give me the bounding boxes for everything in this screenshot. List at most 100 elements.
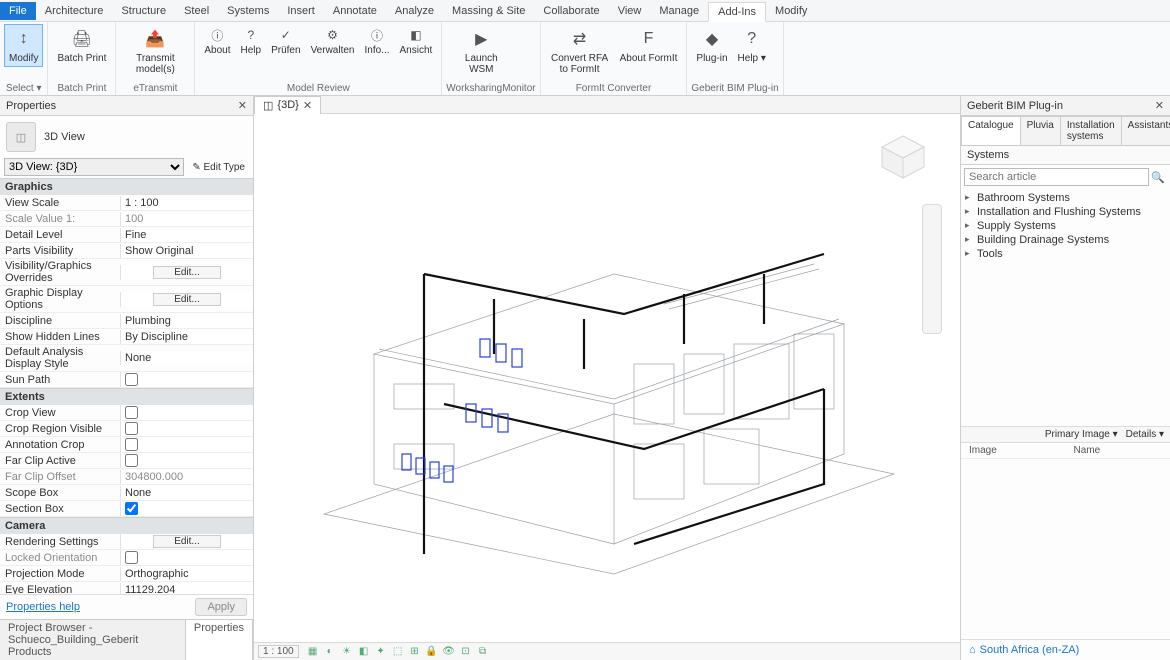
navigation-bar[interactable]	[922, 204, 942, 334]
launchwsm-button[interactable]: ▶Launch WSM	[446, 24, 516, 78]
tab-systems[interactable]: Systems	[218, 2, 278, 20]
detail-level-icon[interactable]: ▦	[306, 645, 320, 659]
property-checkbox[interactable]	[125, 551, 138, 564]
property-group-camera[interactable]: Camera	[0, 517, 253, 534]
canvas-3d[interactable]	[254, 114, 960, 642]
tree-node[interactable]: Tools	[965, 247, 1166, 261]
tab-analyze[interactable]: Analyze	[386, 2, 443, 20]
rendering-icon[interactable]: ✦	[374, 645, 388, 659]
batchprint-button[interactable]: 🖨Batch Print	[52, 24, 111, 67]
convertrfa-button[interactable]: ⇄Convert RFA to FormIt	[545, 24, 615, 78]
property-group-extents[interactable]: Extents	[0, 388, 253, 405]
tab-view[interactable]: View	[609, 2, 651, 20]
tab-architecture[interactable]: Architecture	[36, 2, 113, 20]
region-label[interactable]: South Africa (en-ZA)	[980, 644, 1080, 656]
reveal-icon[interactable]: ⊡	[459, 645, 473, 659]
apply-button[interactable]: Apply	[195, 598, 247, 616]
bottom-tab[interactable]: Project Browser - Schueco_Building_Geber…	[0, 620, 186, 660]
view-tab-3d[interactable]: ◫ {3D} ✕	[254, 96, 321, 114]
property-value[interactable]: By Discipline	[120, 330, 253, 344]
tab-modify[interactable]: Modify	[766, 2, 816, 20]
scale-selector[interactable]: 1 : 100	[258, 645, 299, 658]
property-value[interactable]: Orthographic	[120, 567, 253, 581]
property-value[interactable]	[120, 501, 253, 516]
property-value[interactable]	[120, 405, 253, 420]
info-button[interactable]: ⓘInfo...	[359, 24, 394, 59]
property-checkbox[interactable]	[125, 422, 138, 435]
tab-file[interactable]: File	[0, 2, 36, 20]
verwalten-button[interactable]: ⚙Verwalten	[306, 24, 360, 59]
property-group-graphics[interactable]: Graphics	[0, 178, 253, 195]
tree-node[interactable]: Building Drainage Systems	[965, 233, 1166, 247]
property-checkbox[interactable]	[125, 373, 138, 386]
geberit-tab-catalogue[interactable]: Catalogue	[961, 116, 1021, 145]
close-icon[interactable]: ✕	[303, 99, 312, 112]
property-edit-button[interactable]: Edit...	[153, 293, 221, 306]
geberit-tab-assistants[interactable]: Assistants	[1121, 116, 1170, 145]
geberit-tab-installation-systems[interactable]: Installation systems	[1060, 116, 1122, 145]
aboutformit-button[interactable]: FAbout FormIt	[615, 24, 683, 67]
analytical-icon[interactable]: ⧉	[476, 645, 490, 659]
tab-collaborate[interactable]: Collaborate	[534, 2, 608, 20]
property-edit-button[interactable]: Edit...	[153, 535, 221, 548]
property-value[interactable]: Show Original	[120, 244, 253, 258]
about1-button[interactable]: ⓘAbout	[199, 24, 235, 59]
crop-icon[interactable]: ⬚	[391, 645, 405, 659]
tree-node[interactable]: Bathroom Systems	[965, 191, 1166, 205]
sun-path-icon[interactable]: ☀	[340, 645, 354, 659]
property-value[interactable]: 11129.204	[120, 583, 253, 595]
property-value[interactable]: Edit...	[120, 265, 253, 280]
properties-help-link[interactable]: Properties help	[6, 601, 80, 613]
property-checkbox[interactable]	[125, 454, 138, 467]
close-icon[interactable]: ✕	[238, 99, 247, 112]
modify-button[interactable]: ↕Modify	[4, 24, 43, 67]
tab-add-ins[interactable]: Add-Ins	[708, 2, 766, 22]
tab-structure[interactable]: Structure	[112, 2, 175, 20]
property-value[interactable]: 1 : 100	[120, 196, 253, 210]
view-cube[interactable]	[876, 130, 930, 184]
tab-steel[interactable]: Steel	[175, 2, 218, 20]
search-icon[interactable]: 🔍	[1149, 168, 1167, 186]
property-value[interactable]: Plumbing	[120, 314, 253, 328]
property-value[interactable]: Edit...	[120, 534, 253, 549]
transmit-button[interactable]: 📤Transmit model(s)	[120, 24, 190, 78]
view-type-icon[interactable]: ◫	[6, 122, 36, 152]
plugin-button[interactable]: ◆Plug-in	[691, 24, 732, 67]
property-value[interactable]: Fine	[120, 228, 253, 242]
property-checkbox[interactable]	[125, 406, 138, 419]
property-value[interactable]: None	[120, 351, 253, 365]
details-dropdown[interactable]: Details ▾	[1126, 429, 1164, 440]
property-value[interactable]	[120, 453, 253, 468]
tree-node[interactable]: Supply Systems	[965, 219, 1166, 233]
tab-annotate[interactable]: Annotate	[324, 2, 386, 20]
bottom-tab[interactable]: Properties	[186, 620, 253, 660]
property-row: Eye Elevation11129.204	[0, 582, 253, 594]
property-checkbox[interactable]	[125, 438, 138, 451]
tab-massing-site[interactable]: Massing & Site	[443, 2, 534, 20]
property-edit-button[interactable]: Edit...	[153, 266, 221, 279]
property-checkbox[interactable]	[125, 502, 138, 515]
view-selector[interactable]: 3D View: {3D}	[4, 158, 184, 176]
property-value[interactable]	[120, 437, 253, 452]
property-value[interactable]	[120, 421, 253, 436]
property-value[interactable]	[120, 372, 253, 387]
tab-insert[interactable]: Insert	[278, 2, 324, 20]
shadows-icon[interactable]: ◧	[357, 645, 371, 659]
crop-region-icon[interactable]: ⊞	[408, 645, 422, 659]
help1-button[interactable]: ?Help	[236, 24, 267, 59]
lock-icon[interactable]: 🔒	[425, 645, 439, 659]
property-value[interactable]: Edit...	[120, 292, 253, 307]
tab-manage[interactable]: Manage	[650, 2, 708, 20]
search-input[interactable]	[964, 168, 1149, 186]
prufen-button[interactable]: ✓Prüfen	[266, 24, 305, 59]
geberit-tab-pluvia[interactable]: Pluvia	[1020, 116, 1061, 145]
primary-image-dropdown[interactable]: Primary Image ▾	[1045, 429, 1118, 440]
tree-node[interactable]: Installation and Flushing Systems	[965, 205, 1166, 219]
property-value[interactable]: None	[120, 486, 253, 500]
visual-style-icon[interactable]: ◐	[323, 645, 337, 659]
temp-hide-icon[interactable]: 👁	[442, 645, 456, 659]
ansicht-button[interactable]: ◧Ansicht	[395, 24, 438, 59]
help2-button[interactable]: ?Help ▾	[733, 24, 771, 67]
edit-type-button[interactable]: ✎ Edit Type	[188, 161, 249, 174]
close-icon[interactable]: ✕	[1155, 99, 1164, 112]
